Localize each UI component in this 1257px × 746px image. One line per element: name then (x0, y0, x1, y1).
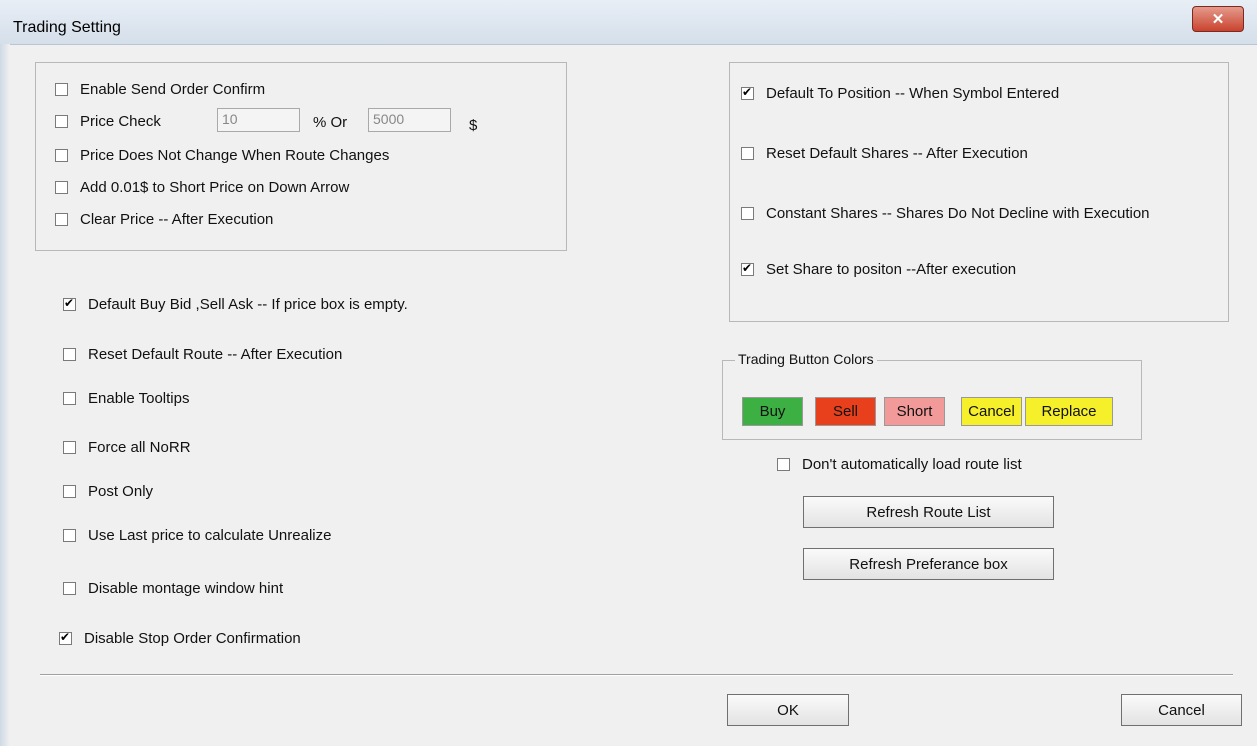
checkbox-box-checked[interactable] (59, 630, 72, 645)
price-check-dollar-field[interactable]: 5000 (368, 108, 451, 132)
checkbox-box-checked[interactable] (63, 296, 76, 311)
checkbox-box[interactable] (741, 207, 754, 220)
checkbox-label: Add 0.01$ to Short Price on Down Arrow (80, 179, 350, 196)
title-bar: Trading Setting ✕ (0, 0, 1257, 45)
dont-auto-load-routes-checkbox[interactable]: Don't automatically load route list (777, 456, 1022, 473)
footer-separator (40, 674, 1233, 676)
price-check-checkbox[interactable]: Price Check (55, 113, 161, 130)
checkbox-label: Default Buy Bid ,Sell Ask -- If price bo… (88, 296, 408, 313)
price-no-change-checkbox[interactable]: Price Does Not Change When Route Changes (55, 147, 389, 164)
checkbox-label: Force all NoRR (88, 439, 191, 456)
checkbox-box[interactable] (63, 582, 76, 595)
refresh-route-list-button[interactable]: Refresh Route List (803, 496, 1054, 528)
ok-button[interactable]: OK (727, 694, 849, 726)
checkbox-label: Reset Default Shares -- After Execution (766, 145, 1028, 162)
default-buy-bid-checkbox[interactable]: Default Buy Bid ,Sell Ask -- If price bo… (63, 296, 408, 313)
constant-shares-checkbox[interactable]: Constant Shares -- Shares Do Not Decline… (741, 205, 1150, 222)
reset-default-shares-checkbox[interactable]: Reset Default Shares -- After Execution (741, 145, 1028, 162)
set-share-to-position-checkbox[interactable]: Set Share to positon --After execution (741, 261, 1016, 278)
checkbox-box[interactable] (63, 392, 76, 405)
enable-tooltips-checkbox[interactable]: Enable Tooltips (63, 390, 189, 407)
price-check-percent-field[interactable]: 10 (217, 108, 300, 132)
checkbox-box-checked[interactable] (741, 85, 754, 100)
use-last-price-checkbox[interactable]: Use Last price to calculate Unrealize (63, 527, 331, 544)
checkbox-label: Post Only (88, 483, 154, 500)
window-left-border (0, 44, 10, 746)
checkbox-label: Enable Tooltips (88, 390, 190, 407)
reset-default-route-checkbox[interactable]: Reset Default Route -- After Execution (63, 346, 342, 363)
checkbox-label: Disable montage window hint (88, 580, 284, 597)
trading-button-colors-title: Trading Button Colors (735, 351, 877, 367)
disable-montage-hint-checkbox[interactable]: Disable montage window hint (63, 580, 283, 597)
percent-or-label: % Or (313, 114, 348, 131)
checkbox-label: Set Share to positon --After execution (766, 261, 1017, 278)
checkbox-box[interactable] (55, 181, 68, 194)
force-all-norr-checkbox[interactable]: Force all NoRR (63, 439, 191, 456)
checkbox-label: Don't automatically load route list (802, 456, 1022, 473)
cancel-button[interactable]: Cancel (1121, 694, 1242, 726)
checkbox-label: Disable Stop Order Confirmation (84, 630, 301, 647)
buy-color-button[interactable]: Buy (742, 397, 803, 426)
checkbox-label: Constant Shares -- Shares Do Not Decline… (766, 205, 1150, 222)
short-color-button[interactable]: Short (884, 397, 945, 426)
dollar-label: $ (469, 117, 478, 134)
close-button[interactable]: ✕ (1192, 6, 1244, 32)
checkbox-box[interactable] (55, 213, 68, 226)
cancel-color-button[interactable]: Cancel (961, 397, 1022, 426)
checkbox-box[interactable] (55, 149, 68, 162)
checkbox-label: Default To Position -- When Symbol Enter… (766, 85, 1060, 102)
checkbox-box[interactable] (63, 348, 76, 361)
enable-send-order-confirm-checkbox[interactable]: Enable Send Order Confirm (55, 81, 265, 98)
close-icon: ✕ (1211, 11, 1225, 28)
checkbox-box[interactable] (55, 115, 68, 128)
clear-price-checkbox[interactable]: Clear Price -- After Execution (55, 211, 273, 228)
checkbox-box[interactable] (777, 458, 790, 471)
window-title: Trading Setting (13, 19, 121, 36)
post-only-checkbox[interactable]: Post Only (63, 483, 153, 500)
checkbox-box[interactable] (63, 441, 76, 454)
refresh-preference-box-button[interactable]: Refresh Preferance box (803, 548, 1054, 580)
checkbox-label: Price Does Not Change When Route Changes (80, 147, 390, 164)
sell-color-button[interactable]: Sell (815, 397, 876, 426)
checkbox-label: Enable Send Order Confirm (80, 81, 266, 98)
checkbox-box[interactable] (63, 529, 76, 542)
checkbox-box[interactable] (55, 83, 68, 96)
disable-stop-confirm-checkbox[interactable]: Disable Stop Order Confirmation (59, 630, 301, 647)
checkbox-box-checked[interactable] (741, 261, 754, 276)
replace-color-button[interactable]: Replace (1025, 397, 1113, 426)
checkbox-label: Price Check (80, 113, 161, 130)
checkbox-label: Reset Default Route -- After Execution (88, 346, 343, 363)
checkbox-label: Clear Price -- After Execution (80, 211, 274, 228)
checkbox-box[interactable] (63, 485, 76, 498)
add-short-price-checkbox[interactable]: Add 0.01$ to Short Price on Down Arrow (55, 179, 349, 196)
checkbox-box[interactable] (741, 147, 754, 160)
checkbox-label: Use Last price to calculate Unrealize (88, 527, 332, 544)
default-to-position-checkbox[interactable]: Default To Position -- When Symbol Enter… (741, 85, 1059, 102)
